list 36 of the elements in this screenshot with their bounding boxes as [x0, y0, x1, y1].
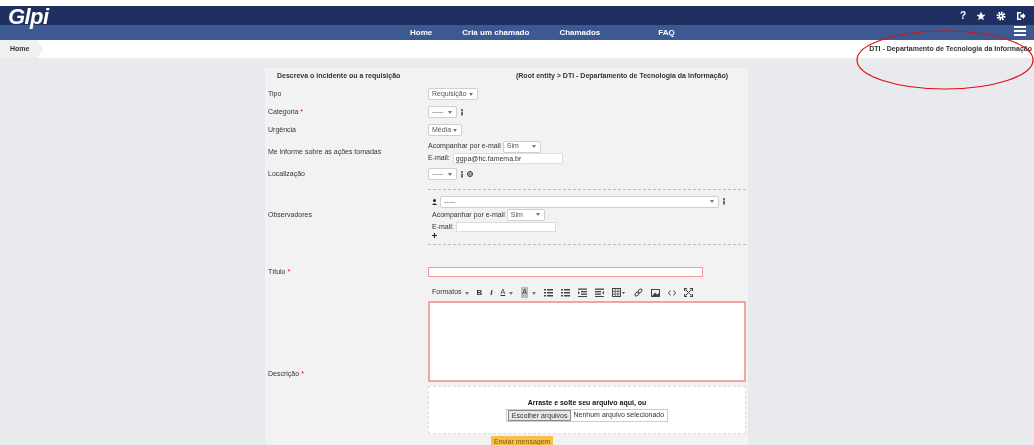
bold-button[interactable]: B: [476, 286, 483, 299]
menu-icon: [1014, 26, 1026, 36]
caret-icon: [709, 199, 715, 205]
nav-link[interactable]: Chamados: [559, 26, 601, 39]
caret-icon: [468, 91, 474, 97]
logout-icon: [1016, 10, 1026, 21]
numbered-list-icon: [560, 288, 570, 297]
email-field[interactable]: [455, 222, 556, 232]
caret-icon: [447, 171, 453, 177]
italic-button[interactable]: I: [490, 286, 493, 299]
caret-icon: [463, 290, 469, 295]
indent-icon: [594, 288, 604, 297]
caret-icon: [534, 212, 541, 218]
code-icon: [667, 289, 676, 296]
caret-icon: [508, 290, 514, 295]
star-icon: [976, 10, 986, 21]
caret-icon: [530, 144, 537, 149]
title-field[interactable]: [428, 267, 703, 277]
fullscreen-icon: [683, 288, 693, 297]
settings-icon: [996, 10, 1006, 21]
add-icon: [432, 233, 437, 239]
caret-icon: [530, 290, 536, 295]
outdent-icon: [577, 288, 587, 297]
image-icon: [650, 288, 660, 297]
table-icon: [611, 288, 626, 297]
nav-link[interactable]: FAQ: [658, 26, 675, 39]
caret-icon: [452, 127, 458, 133]
link-icon: [633, 288, 643, 297]
bullet-list-icon: [543, 288, 553, 297]
person-icon: [432, 198, 437, 205]
nav-link[interactable]: Home: [410, 26, 433, 39]
logo[interactable]: Glpi: [8, 6, 49, 28]
help-icon[interactable]: ?: [959, 8, 966, 23]
caret-icon: [447, 109, 453, 115]
nav-link[interactable]: Cria um chamado: [462, 26, 530, 39]
description-editor[interactable]: [428, 301, 746, 382]
